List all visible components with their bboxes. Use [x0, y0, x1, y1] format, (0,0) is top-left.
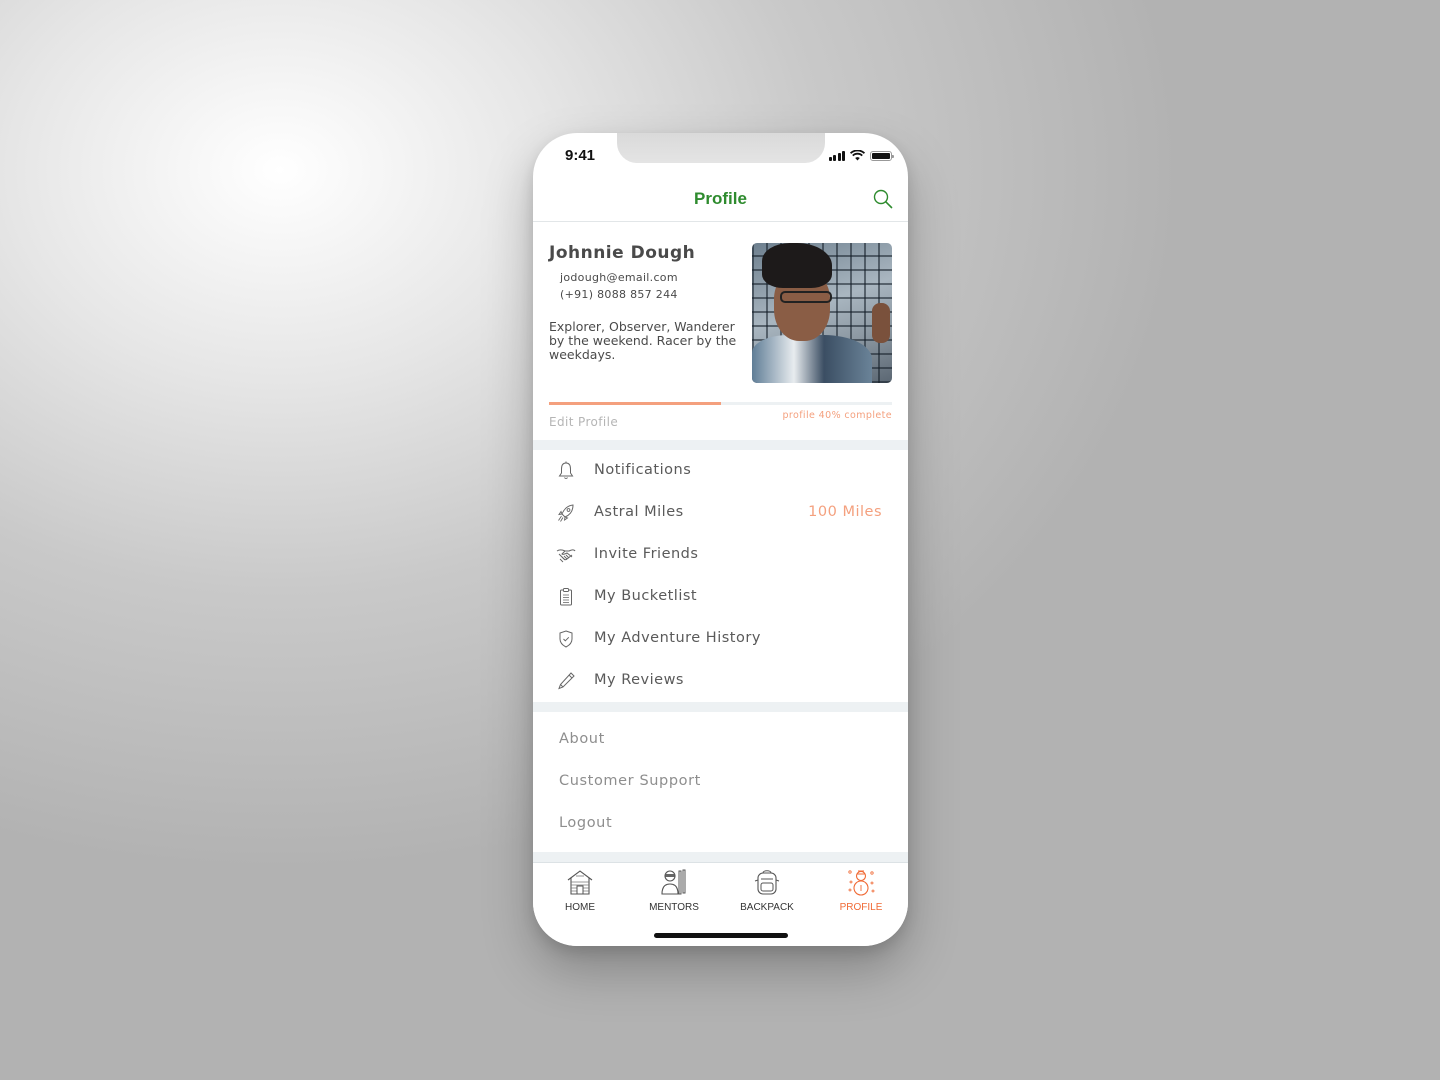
menu-item-astral-miles[interactable]: Astral Miles 100 Miles [533, 492, 908, 534]
status-icons [828, 150, 894, 161]
menu-item-logout[interactable]: Logout [533, 803, 908, 845]
section-divider [533, 852, 908, 862]
section-divider [533, 440, 908, 450]
battery-icon [870, 150, 894, 161]
profile-name: Johnnie Dough [549, 243, 696, 263]
profile-card: Johnnie Dough jodough@email.com (+91) 80… [533, 223, 908, 440]
profile-phone: (+91) 8088 857 244 [560, 288, 678, 301]
menu-item-about[interactable]: About [533, 719, 908, 761]
secondary-menu: About Customer Support Logout [533, 719, 908, 845]
avatar [752, 243, 892, 383]
rocket-icon [558, 504, 574, 522]
menu-item-label: My Bucketlist [594, 588, 698, 604]
profile-bio: Explorer, Observer, Wanderer by the week… [549, 319, 737, 362]
menu-item-invite-friends[interactable]: Invite Friends [533, 534, 908, 576]
menu-item-label: Invite Friends [594, 546, 699, 562]
backpack-icon [754, 870, 780, 895]
shield-check-icon [559, 630, 573, 648]
profile-progress-bar [549, 402, 892, 405]
status-time: 9:41 [565, 147, 596, 164]
tab-bar: HOME MENTORS BACKPACK PROFILE [533, 862, 908, 946]
profile-email: jodough@email.com [560, 271, 678, 284]
tab-label: BACKPACK [740, 902, 794, 913]
tab-profile[interactable]: PROFILE [814, 867, 908, 915]
bell-icon [558, 461, 574, 480]
menu-item-label: My Adventure History [594, 630, 761, 646]
section-divider [533, 702, 908, 712]
menu-item-label: Astral Miles [594, 504, 684, 520]
phone-frame: 9:41 Profile Johnnie Dough jodough@email… [533, 133, 908, 946]
tab-label: HOME [565, 902, 595, 913]
menu-item-label: Logout [559, 815, 613, 831]
tab-mentors[interactable]: MENTORS [627, 867, 721, 915]
menu-item-notifications[interactable]: Notifications [533, 450, 908, 492]
snowman-icon [848, 870, 875, 896]
menu-item-bucketlist[interactable]: My Bucketlist [533, 576, 908, 618]
skier-icon [661, 869, 686, 895]
profile-completion-label: profile 40% complete [782, 410, 892, 421]
menu-item-label: About [559, 731, 605, 747]
home-indicator[interactable] [654, 933, 788, 938]
pencil-icon [558, 672, 575, 690]
tab-label: MENTORS [649, 902, 699, 913]
wifi-icon [850, 150, 865, 161]
edit-profile-link[interactable]: Edit Profile [549, 415, 618, 429]
menu-item-reviews[interactable]: My Reviews [533, 660, 908, 702]
app-header: Profile [533, 177, 908, 222]
menu-item-adventure-history[interactable]: My Adventure History [533, 618, 908, 660]
signal-icon [828, 150, 845, 161]
page-title: Profile [694, 189, 747, 208]
clipboard-icon [560, 588, 572, 606]
notch [617, 133, 825, 163]
search-icon[interactable] [872, 188, 894, 210]
menu-item-customer-support[interactable]: Customer Support [533, 761, 908, 803]
menu-item-label: My Reviews [594, 672, 684, 688]
tab-label: PROFILE [839, 902, 883, 913]
menu-item-label: Customer Support [559, 773, 701, 789]
profile-progress-fill [549, 402, 721, 405]
astral-miles-value: 100 Miles [808, 504, 882, 520]
menu-item-label: Notifications [594, 462, 692, 478]
handshake-icon [556, 549, 576, 563]
tab-backpack[interactable]: BACKPACK [720, 867, 814, 915]
tab-home[interactable]: HOME [533, 867, 627, 915]
main-menu: Notifications Astral Miles 100 Miles Inv… [533, 450, 908, 702]
cabin-icon [567, 870, 593, 895]
